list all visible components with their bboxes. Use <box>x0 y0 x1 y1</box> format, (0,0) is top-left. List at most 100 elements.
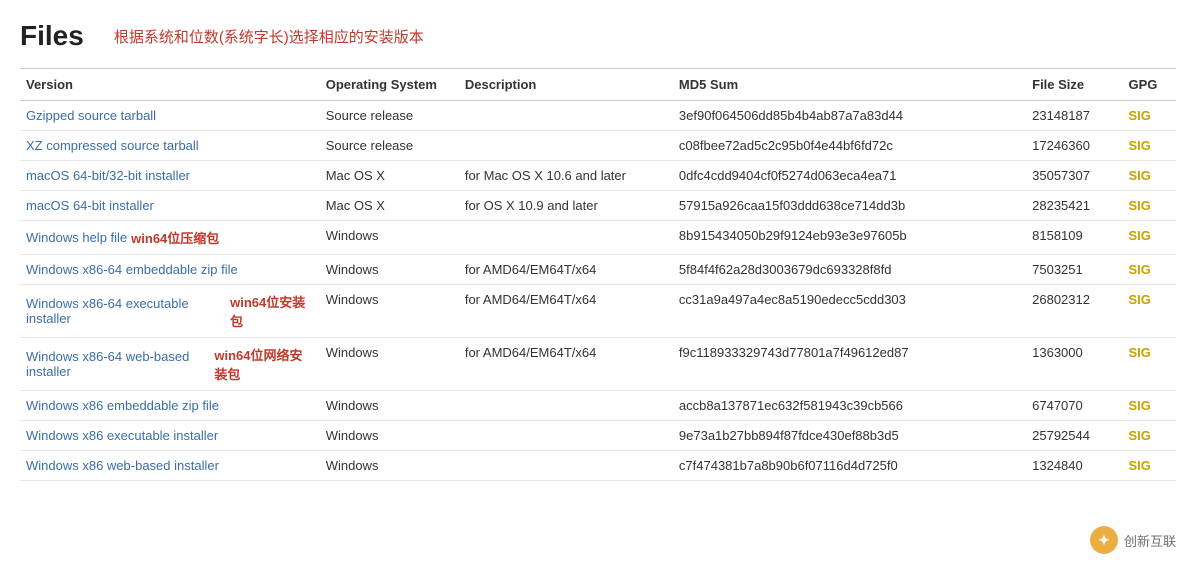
table-row: Windows x86-64 web-based installerwin64位… <box>20 338 1176 391</box>
cell-filesize: 17246360 <box>1026 131 1122 161</box>
cell-md5: c7f474381b7a8b90b6f07116d4d725f0 <box>673 451 1026 481</box>
version-link[interactable]: Windows x86 embeddable zip file <box>26 398 219 413</box>
cell-filesize: 26802312 <box>1026 285 1122 338</box>
watermark: ✦ 创新互联 <box>1090 526 1176 554</box>
cell-md5: 0dfc4cdd9404cf0f5274d063eca4ea71 <box>673 161 1026 191</box>
sig-link[interactable]: SIG <box>1128 262 1150 277</box>
sig-link[interactable]: SIG <box>1128 228 1150 243</box>
page-title: Files <box>20 20 84 52</box>
sig-link[interactable]: SIG <box>1128 458 1150 473</box>
annotation-label: win64位网络安装包 <box>214 345 313 383</box>
cell-version: macOS 64-bit/32-bit installer <box>20 161 320 191</box>
version-link[interactable]: Windows x86-64 embeddable zip file <box>26 262 238 277</box>
sig-link[interactable]: SIG <box>1128 345 1150 360</box>
cell-gpg: SIG <box>1122 221 1176 255</box>
page-container: Files 根据系统和位数(系统字长)选择相应的安装版本 Version Ope… <box>0 0 1196 521</box>
version-link[interactable]: XZ compressed source tarball <box>26 138 199 153</box>
cell-version: Windows x86-64 executable installerwin64… <box>20 285 320 338</box>
table-row: Windows x86-64 embeddable zip file Window… <box>20 255 1176 285</box>
table-row: Windows x86-64 executable installerwin64… <box>20 285 1176 338</box>
cell-version: Windows help file win64位压缩包 <box>20 221 320 255</box>
cell-os: Windows <box>320 255 459 285</box>
col-header-version: Version <box>20 69 320 101</box>
cell-filesize: 28235421 <box>1026 191 1122 221</box>
cell-gpg: SIG <box>1122 451 1176 481</box>
cell-description <box>459 451 673 481</box>
cell-os: Mac OS X <box>320 191 459 221</box>
watermark-text: 创新互联 <box>1124 531 1176 550</box>
col-header-gpg: GPG <box>1122 69 1176 101</box>
cell-description <box>459 221 673 255</box>
cell-version: Gzipped source tarball <box>20 101 320 131</box>
cell-gpg: SIG <box>1122 391 1176 421</box>
cell-description: for Mac OS X 10.6 and later <box>459 161 673 191</box>
cell-gpg: SIG <box>1122 285 1176 338</box>
header-row-tr: Version Operating System Description MD5… <box>20 69 1176 101</box>
cell-filesize: 1363000 <box>1026 338 1122 391</box>
cell-version: Windows x86-64 web-based installerwin64位… <box>20 338 320 391</box>
table-row: XZ compressed source tarballSource relea… <box>20 131 1176 161</box>
cell-os: Windows <box>320 338 459 391</box>
cell-os: Windows <box>320 391 459 421</box>
sig-link[interactable]: SIG <box>1128 108 1150 123</box>
cell-md5: cc31a9a497a4ec8a5190edecc5cdd303 <box>673 285 1026 338</box>
cell-md5: f9c118933329743d77801a7f49612ed87 <box>673 338 1026 391</box>
cell-gpg: SIG <box>1122 255 1176 285</box>
cell-gpg: SIG <box>1122 421 1176 451</box>
cell-md5: c08fbee72ad5c2c95b0f4e44bf6fd72c <box>673 131 1026 161</box>
cell-filesize: 35057307 <box>1026 161 1122 191</box>
annotation-label: win64位压缩包 <box>131 228 219 247</box>
version-link[interactable]: Windows x86 web-based installer <box>26 458 219 473</box>
col-header-os: Operating System <box>320 69 459 101</box>
table-row: Windows x86 embeddable zip fileWindowsac… <box>20 391 1176 421</box>
cell-md5: 3ef90f064506dd85b4b4ab87a7a83d44 <box>673 101 1026 131</box>
sig-link[interactable]: SIG <box>1128 398 1150 413</box>
cell-version: macOS 64-bit installer <box>20 191 320 221</box>
table-row: Windows x86 executable installer Windows 9… <box>20 421 1176 451</box>
version-link[interactable]: Gzipped source tarball <box>26 108 156 123</box>
annotation-label: win64位安装包 <box>230 292 314 330</box>
version-link[interactable]: macOS 64-bit/32-bit installer <box>26 168 190 183</box>
cell-filesize: 23148187 <box>1026 101 1122 131</box>
table-header: Version Operating System Description MD5… <box>20 69 1176 101</box>
col-header-desc: Description <box>459 69 673 101</box>
cell-version: Windows x86 web-based installer <box>20 451 320 481</box>
cell-description <box>459 101 673 131</box>
sig-link[interactable]: SIG <box>1128 292 1150 307</box>
cell-description: for AMD64/EM64T/x64 <box>459 285 673 338</box>
cell-filesize: 7503251 <box>1026 255 1122 285</box>
version-link[interactable]: Windows help file <box>26 230 127 245</box>
table-row: Windows x86 web-based installerWindowsc7… <box>20 451 1176 481</box>
table-row: macOS 64-bit/32-bit installer Mac OS Xfor… <box>20 161 1176 191</box>
cell-description: for AMD64/EM64T/x64 <box>459 338 673 391</box>
cell-os: Windows <box>320 221 459 255</box>
cell-description <box>459 391 673 421</box>
col-header-filesize: File Size <box>1026 69 1122 101</box>
sig-link[interactable]: SIG <box>1128 138 1150 153</box>
sig-link[interactable]: SIG <box>1128 198 1150 213</box>
cell-md5: 5f84f4f62a28d3003679dc693328f8fd <box>673 255 1026 285</box>
version-link[interactable]: macOS 64-bit installer <box>26 198 154 213</box>
table-body: Gzipped source tarballSource release3ef9… <box>20 101 1176 481</box>
cell-os: Windows <box>320 421 459 451</box>
table-row: Windows help filewin64位压缩包Windows8b91543… <box>20 221 1176 255</box>
cell-os: Windows <box>320 285 459 338</box>
cell-filesize: 6747070 <box>1026 391 1122 421</box>
cell-gpg: SIG <box>1122 101 1176 131</box>
cell-gpg: SIG <box>1122 191 1176 221</box>
cell-filesize: 25792544 <box>1026 421 1122 451</box>
sig-link[interactable]: SIG <box>1128 168 1150 183</box>
version-link[interactable]: Windows x86 executable installer <box>26 428 218 443</box>
header-row: Files 根据系统和位数(系统字长)选择相应的安装版本 <box>20 20 1176 52</box>
version-link[interactable]: Windows x86-64 web-based installer <box>26 349 210 379</box>
watermark-icon: ✦ <box>1090 526 1118 554</box>
cell-version: Windows x86 executable installer <box>20 421 320 451</box>
cell-gpg: SIG <box>1122 338 1176 391</box>
table-row: Gzipped source tarballSource release3ef9… <box>20 101 1176 131</box>
version-link[interactable]: Windows x86-64 executable installer <box>26 296 226 326</box>
sig-link[interactable]: SIG <box>1128 428 1150 443</box>
cell-md5: 9e73a1b27bb894f87fdce430ef88b3d5 <box>673 421 1026 451</box>
cell-os: Mac OS X <box>320 161 459 191</box>
col-header-md5: MD5 Sum <box>673 69 1026 101</box>
cell-version: Windows x86 embeddable zip file <box>20 391 320 421</box>
